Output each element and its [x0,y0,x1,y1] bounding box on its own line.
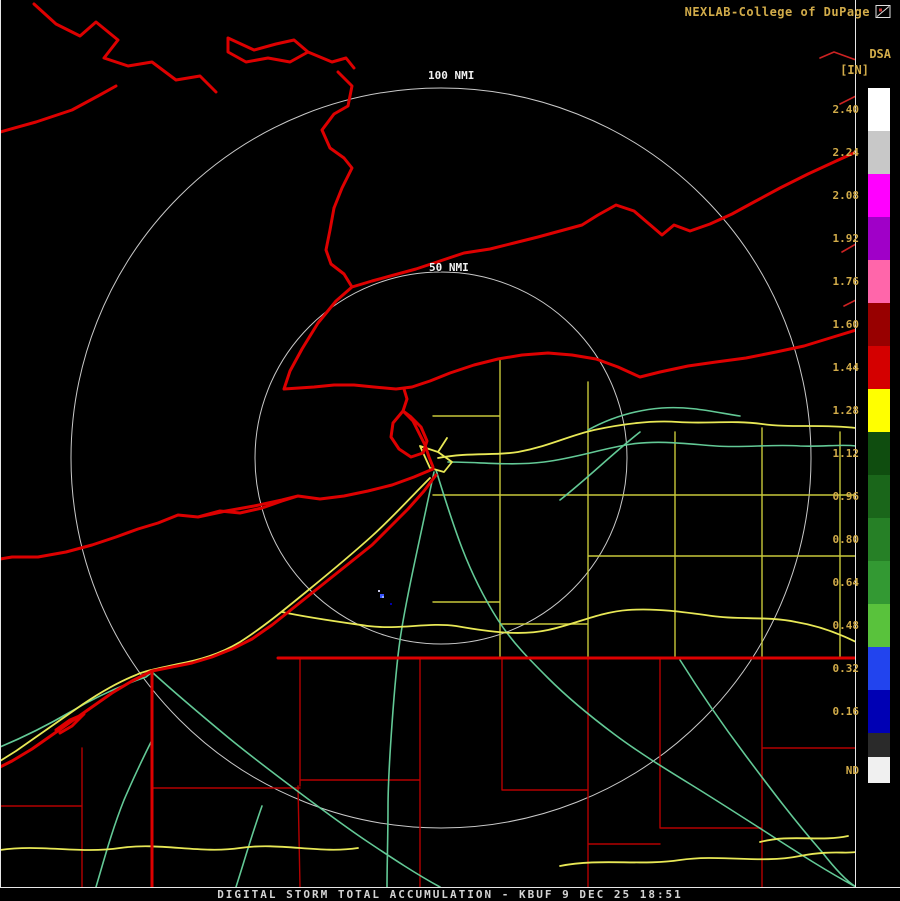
colorbar-tick-label: 1.92 [832,232,860,245]
colorbar-row: 1.44 [813,346,890,389]
colorbar: 2.40 2.24 2.08 1.92 1.76 1.60 1.44 1.28 1.12 0.96… [813,88,890,783]
colorbar-tick-label: 2.08 [832,189,860,202]
colorbar-tick-label: 0.80 [832,533,860,546]
colorbar-row: 1.76 [813,260,890,303]
colorbar-swatch [868,389,890,432]
roads [0,406,856,887]
precip-echo-pixel [378,590,380,592]
colorbar-tick-label: 1.12 [832,447,860,460]
colorbar-swatch [868,647,890,690]
colorbar-tick-label: 2.24 [832,146,860,159]
colorbar-tick-label: ND [845,763,859,777]
colorbar-tick-label: 0.48 [832,619,860,632]
colorbar-tick-label: 1.28 [832,404,860,417]
colorbar-swatch [868,88,890,131]
colorbar-row: ND [813,757,890,783]
colorbar-row: 0.32 [813,647,890,690]
precip-echo [378,590,392,605]
colorbar-tick-label: 0.96 [832,490,860,503]
colorbar-row: 0.48 [813,604,890,647]
lake-ontario-shoreline [282,150,856,391]
colorbar-swatch [868,733,890,757]
colorbar-row: 1.92 [813,217,890,260]
product-code-label: DSA [869,47,891,61]
colorbar-row: 2.40 [813,88,890,131]
shorelines-and-borders [0,2,856,887]
cod-logo-icon [875,5,891,18]
units-label: [IN] [840,63,869,77]
niagara-river [389,387,435,469]
colorbar-row: 0.64 [813,561,890,604]
colorbar-swatch [868,604,890,647]
range-ring-label-100nmi: 100 NMI [428,69,475,82]
colorbar-swatch [868,346,890,389]
colorbar-tick-label: 2.40 [832,103,860,116]
range-ring-label-50nmi: 50 NMI [429,261,469,274]
colorbar-row: 1.28 [813,389,890,432]
product-caption: DIGITAL STORM TOTAL ACCUMULATION - KBUF … [0,887,900,901]
colorbar-row: 1.60 [813,303,890,346]
colorbar-tick-label: 0.32 [832,662,860,675]
colorbar-swatch [868,174,890,217]
colorbar-tick-label: 1.60 [832,318,860,331]
colorbar-row: 1.12 [813,432,890,475]
colorbar-row: 0.80 [813,518,890,561]
colorbar-row: 0.96 [813,475,890,518]
map-canvas [0,2,856,887]
colorbar-tick-label: 0.16 [832,705,860,718]
colorbar-row: 0.16 [813,690,890,733]
colorbar-swatch [868,432,890,475]
brand-title: NEXLAB-College of DuPage [684,5,870,19]
ny-county-lines [432,359,856,659]
colorbar-swatch [868,217,890,260]
colorbar-swatch [868,131,890,174]
colorbar-swatch [868,757,890,783]
colorbar-swatch [868,561,890,604]
colorbar-swatch [868,260,890,303]
precip-echo-pixel [390,603,392,605]
canada-shoreline [0,2,356,210]
colorbar-swatch [868,303,890,346]
ny-pa-state-border [150,656,856,887]
radar-viewer: 100 NMI 50 NMI NEXLAB-College of DuPage … [0,0,900,901]
colorbar-row: 2.08 [813,174,890,217]
colorbar-swatch [868,475,890,518]
map-border-left [0,0,1,887]
colorbar-tick-label: 0.64 [832,576,860,589]
colorbar-swatch [868,518,890,561]
colorbar-row [813,733,890,757]
colorbar-tick-label: 1.76 [832,275,860,288]
precip-echo-pixel [382,596,384,598]
colorbar-tick-label: 1.44 [832,361,860,374]
colorbar-row: 2.24 [813,131,890,174]
colorbar-swatch [868,690,890,733]
lake-erie-shoreline [0,467,438,769]
